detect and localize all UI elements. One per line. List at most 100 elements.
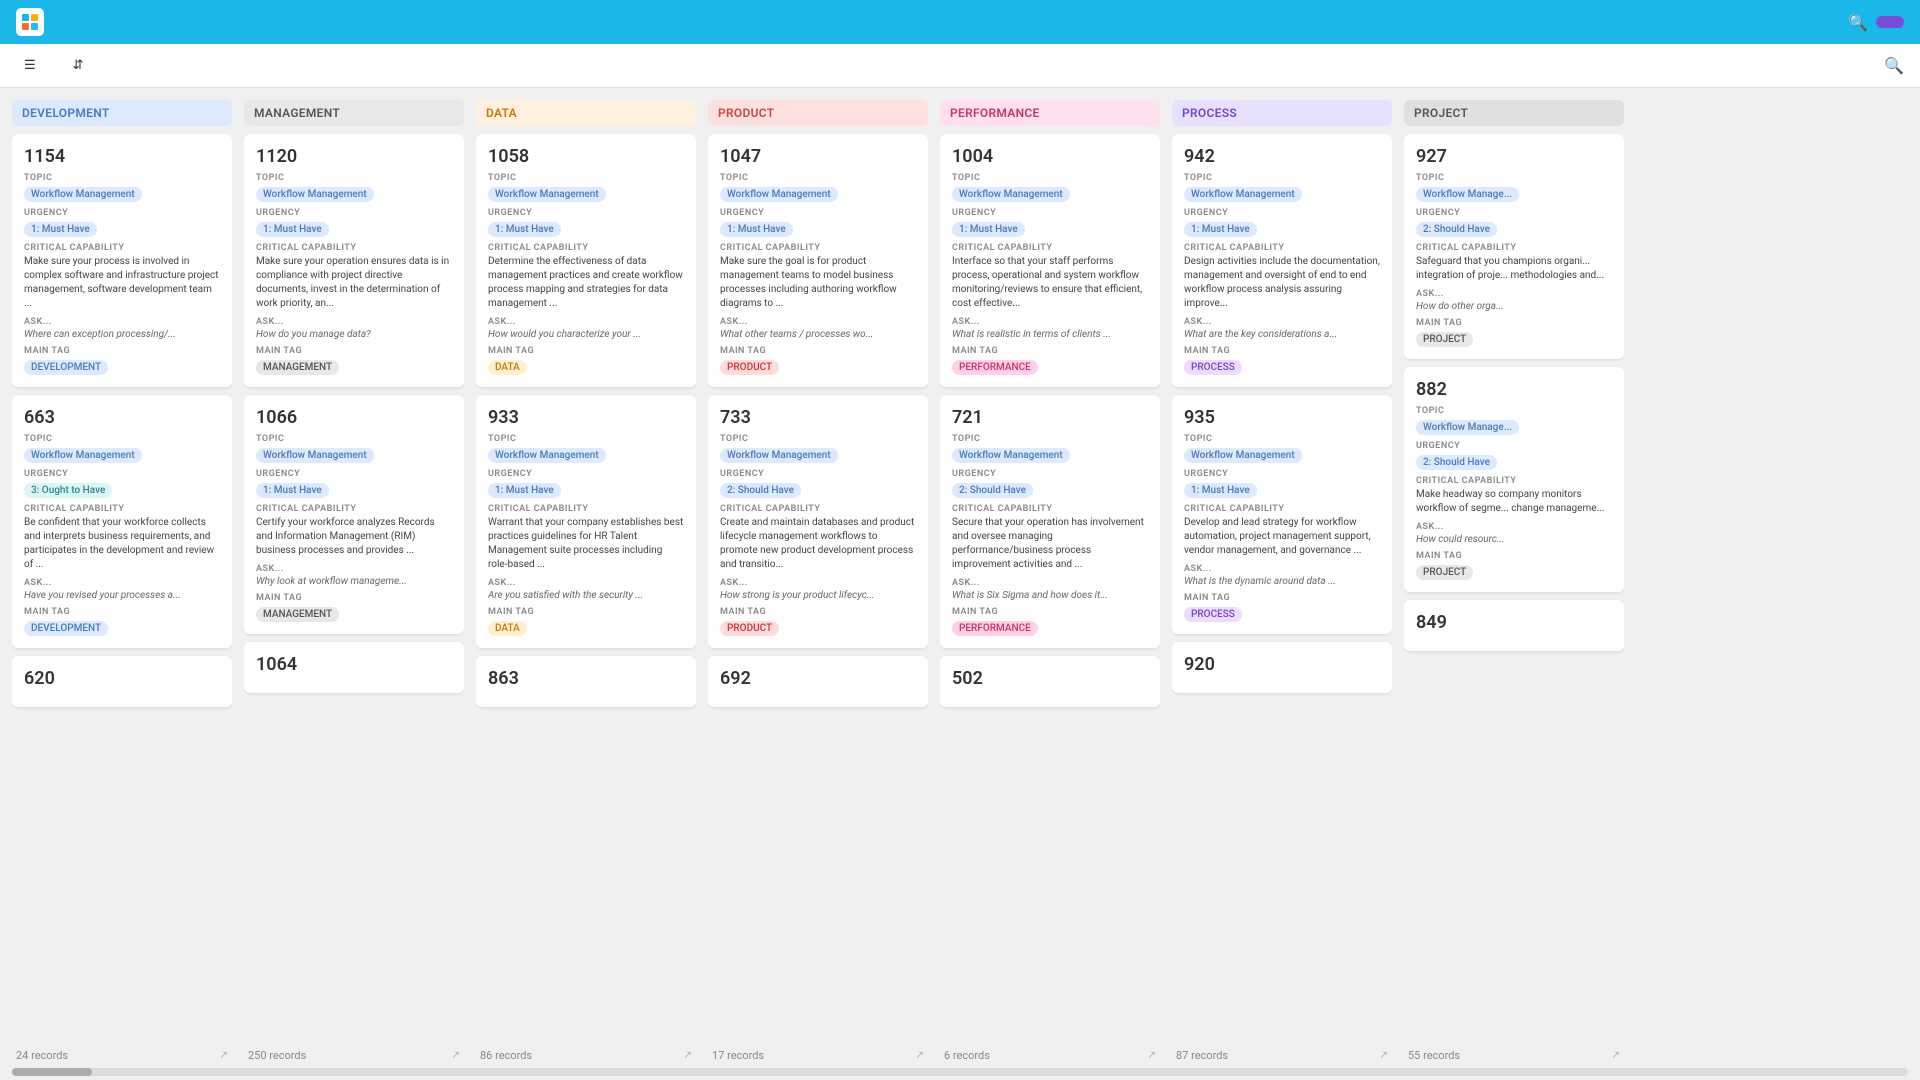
table-row[interactable]: 620 [12,656,232,707]
card-id: 1047 [720,146,916,167]
urgency-tag: 2: Should Have [1416,222,1497,237]
topic-tag: Workflow Management [1184,187,1302,202]
ask-text: How would you characterize your ... [488,329,684,340]
table-row[interactable]: 933TOPICWorkflow ManagementURGENCY1: Mus… [476,395,696,648]
sort-button[interactable]: ⇵ [65,54,97,77]
kanban-board: DEVELOPMENT1154TOPICWorkflow ManagementU… [0,88,1920,1080]
filter-button[interactable]: ☰ [16,54,49,77]
main-tag: MANAGEMENT [256,607,339,622]
table-row[interactable]: 863 [476,656,696,707]
signup-button[interactable] [1876,16,1904,28]
cards-container-product: 1047TOPICWorkflow ManagementURGENCY1: Mu… [708,134,928,1039]
table-row[interactable]: 942TOPICWorkflow ManagementURGENCY1: Mus… [1172,134,1392,387]
scrollbar-thumb[interactable] [12,1068,92,1076]
table-row[interactable]: 927TOPICWorkflow Manage...URGENCY2: Shou… [1404,134,1624,359]
card-id: 620 [24,668,220,689]
table-row[interactable]: 1058TOPICWorkflow ManagementURGENCY1: Mu… [476,134,696,387]
search-icon[interactable]: 🔍 [1848,13,1868,32]
table-row[interactable]: 1120TOPICWorkflow ManagementURGENCY1: Mu… [244,134,464,387]
kanban-column-development: DEVELOPMENT1154TOPICWorkflow ManagementU… [12,100,232,1068]
expand-icon[interactable]: ↗ [1612,1050,1620,1061]
app-logo[interactable] [16,8,50,36]
urgency-tag: 1: Must Have [488,483,561,498]
table-row[interactable]: 935TOPICWorkflow ManagementURGENCY1: Mus… [1172,395,1392,634]
more-button[interactable] [113,62,129,70]
main-tag-label: MAIN TAG [952,346,1148,356]
main-tag-label: MAIN TAG [1416,318,1612,328]
horizontal-scrollbar[interactable] [12,1068,1908,1076]
table-row[interactable]: 1047TOPICWorkflow ManagementURGENCY1: Mu… [708,134,928,387]
ask-label: ASK... [1416,522,1612,532]
critical-capability-label: CRITICAL CAPABILITY [24,504,220,514]
table-row[interactable]: 1066TOPICWorkflow ManagementURGENCY1: Mu… [244,395,464,634]
kanban-column-performance: PERFORMANCE 1004TOPICWorkflow ManagementU… [940,100,1160,1068]
sort-icon: ⇵ [73,58,84,73]
ask-label: ASK... [256,564,452,574]
main-tag-label: MAIN TAG [488,346,684,356]
main-tag-label: MAIN TAG [720,607,916,617]
topic-label: TOPIC [952,173,1148,183]
ask-text: How do other orga... [1416,301,1612,312]
table-row[interactable]: 663TOPICWorkflow ManagementURGENCY3: Oug… [12,395,232,648]
critical-capability-label: CRITICAL CAPABILITY [1416,243,1612,253]
urgency-label: URGENCY [952,208,1148,218]
expand-icon[interactable]: ↗ [1380,1050,1388,1061]
column-header-management: MANAGEMENT [244,100,464,126]
expand-icon[interactable]: ↗ [1148,1050,1156,1061]
topic-tag: Workflow Management [952,448,1070,463]
topic-tag: Workflow Management [720,187,838,202]
urgency-tag: 2: Should Have [720,483,801,498]
table-row[interactable]: 849 [1404,600,1624,651]
table-row[interactable]: 733TOPICWorkflow ManagementURGENCY2: Sho… [708,395,928,648]
table-row[interactable]: 1064 [244,642,464,693]
ask-label: ASK... [488,578,684,588]
main-tag: DATA [488,621,527,636]
topic-label: TOPIC [1416,406,1612,416]
critical-capability-text: Determine the effectiveness of data mana… [488,255,684,311]
card-id: 1058 [488,146,684,167]
card-id: 863 [488,668,684,689]
table-row[interactable]: 1004TOPICWorkflow ManagementURGENCY1: Mu… [940,134,1160,387]
critical-capability-label: CRITICAL CAPABILITY [24,243,220,253]
toolbar-right-search[interactable]: 🔍 [1884,56,1904,75]
main-tag-label: MAIN TAG [1416,551,1612,561]
card-id: 882 [1416,379,1612,400]
table-row[interactable]: 502 [940,656,1160,707]
cards-container-development: 1154TOPICWorkflow ManagementURGENCY1: Mu… [12,134,232,1039]
cards-container-performance: 1004TOPICWorkflow ManagementURGENCY1: Mu… [940,134,1160,1039]
records-count: 55 records [1408,1049,1460,1062]
topic-label: TOPIC [24,173,220,183]
expand-icon[interactable]: ↗ [220,1050,228,1061]
card-id: 849 [1416,612,1612,633]
table-row[interactable]: 692 [708,656,928,707]
critical-capability-text: Warrant that your company establishes be… [488,516,684,572]
critical-capability-text: Interface so that your staff performs pr… [952,255,1148,311]
expand-icon[interactable]: ↗ [684,1050,692,1061]
table-row[interactable]: 882TOPICWorkflow Manage...URGENCY2: Shou… [1404,367,1624,592]
column-header-process: PROCESS [1172,100,1392,126]
table-row[interactable]: 920 [1172,642,1392,693]
topic-label: TOPIC [1184,434,1380,444]
main-tag: DATA [488,360,527,375]
ask-text: How could resourc... [1416,534,1612,545]
card-id: 920 [1184,654,1380,675]
urgency-label: URGENCY [24,469,220,479]
main-tag: PROJECT [1416,565,1473,580]
kanban-column-management: MANAGEMENT 1120TOPICWorkflow ManagementUR… [244,100,464,1068]
urgency-label: URGENCY [1416,441,1612,451]
card-id: 733 [720,407,916,428]
expand-icon[interactable]: ↗ [452,1050,460,1061]
search-icon[interactable]: 🔍 [1884,56,1904,75]
main-tag-label: MAIN TAG [24,607,220,617]
column-header-performance: PERFORMANCE [940,100,1160,126]
critical-capability-text: Be confident that your workforce collect… [24,516,220,572]
main-tag: PRODUCT [720,621,779,636]
card-id: 502 [952,668,1148,689]
expand-icon[interactable]: ↗ [916,1050,924,1061]
table-row[interactable]: 721TOPICWorkflow ManagementURGENCY2: Sho… [940,395,1160,648]
cards-container-management: 1120TOPICWorkflow ManagementURGENCY1: Mu… [244,134,464,1039]
card-id: 1064 [256,654,452,675]
table-row[interactable]: 1154TOPICWorkflow ManagementURGENCY1: Mu… [12,134,232,387]
ask-text: What other teams / processes wo... [720,329,916,340]
card-id: 1066 [256,407,452,428]
